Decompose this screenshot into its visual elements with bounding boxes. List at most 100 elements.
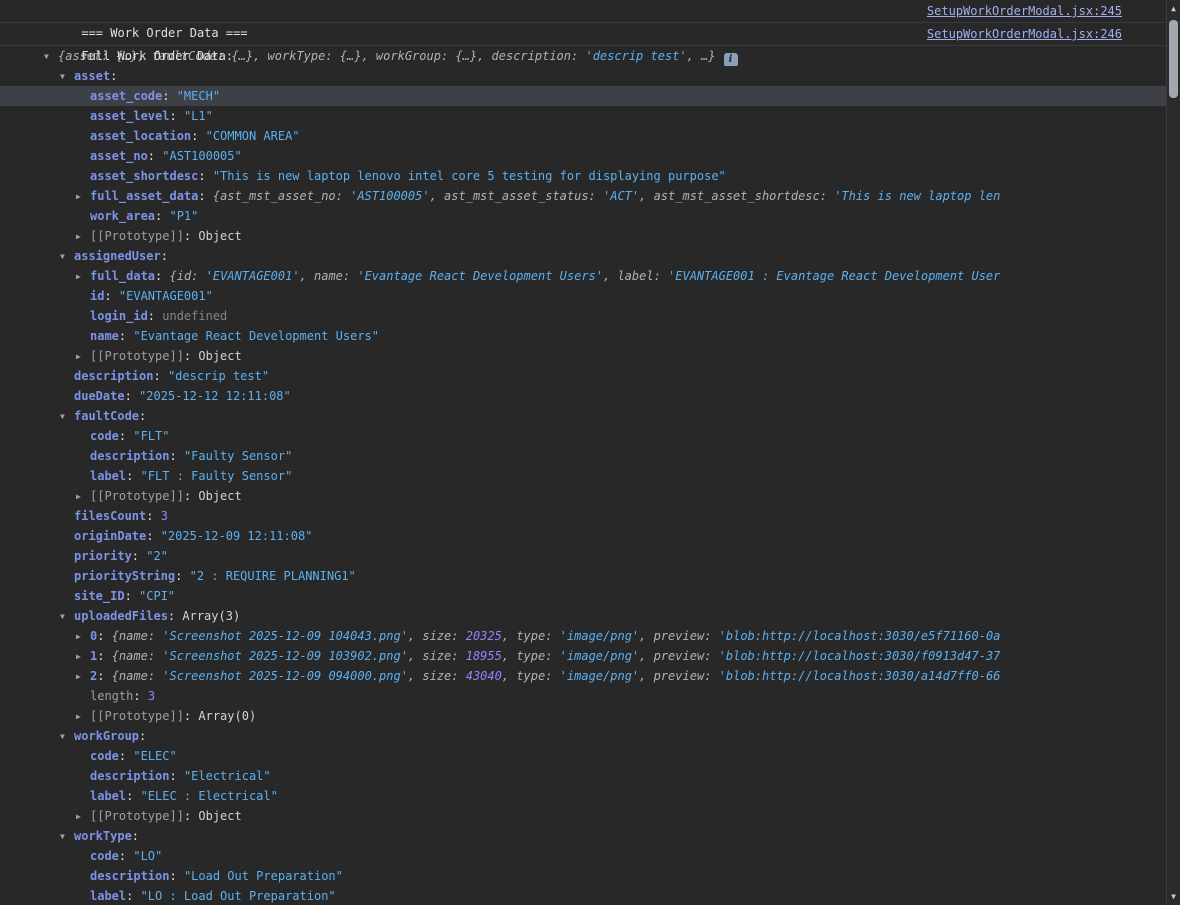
tree-row[interactable]: ▶[[Prototype]]: Object [0,226,1166,246]
token-pb: : [191,269,205,283]
token-s: "ELEC" [133,749,176,763]
tree-row[interactable]: asset_level: "L1" [0,106,1166,126]
expand-arrow-down-icon[interactable]: ▼ [60,827,74,846]
token-b: : [169,869,183,883]
expand-arrow-right-icon[interactable]: ▶ [76,267,90,286]
token-b: : [119,329,133,343]
expand-arrow-down-icon[interactable]: ▼ [60,727,74,746]
tree-row[interactable]: ▼asset: [0,66,1166,86]
console-message[interactable]: === Work Order Data === SetupWorkOrderMo… [0,0,1166,23]
token-s: "L1" [184,109,213,123]
source-link[interactable]: SetupWorkOrderModal.jsx:246 [927,23,1122,45]
tree-row[interactable]: asset_location: "COMMON AREA" [0,126,1166,146]
tree-row[interactable]: asset_code: "MECH" [0,86,1166,106]
info-icon[interactable]: i [724,53,738,66]
expand-arrow-right-icon[interactable]: ▶ [76,807,90,826]
expand-arrow-right-icon[interactable]: ▶ [76,347,90,366]
tree-row[interactable]: ▶[[Prototype]]: Object [0,486,1166,506]
tree-row[interactable]: label: "ELEC : Electrical" [0,786,1166,806]
tree-row[interactable]: description: "Electrical" [0,766,1166,786]
token-ps: 'descrip test' [585,49,686,63]
expand-arrow-right-icon[interactable]: ▶ [76,187,90,206]
token-pb: , [502,649,516,663]
expand-arrow-right-icon[interactable]: ▶ [76,707,90,726]
scroll-down-icon[interactable]: ▼ [1167,889,1180,904]
tree-row[interactable]: ▼assignedUser: [0,246,1166,266]
token-pl: Object [198,229,241,243]
tree-row[interactable]: ▶[[Prototype]]: Object [0,346,1166,366]
expand-arrow-right-icon[interactable]: ▶ [76,647,90,666]
vertical-scrollbar[interactable]: ▲ ▼ [1166,0,1180,905]
tree-row[interactable]: code: "FLT" [0,426,1166,446]
tree-row[interactable]: work_area: "P1" [0,206,1166,226]
tree-row[interactable]: originDate: "2025-12-09 12:11:08" [0,526,1166,546]
scroll-up-icon[interactable]: ▲ [1167,1,1180,16]
token-pb: { [112,629,119,643]
tree-row[interactable]: asset_no: "AST100005" [0,146,1166,166]
tree-row[interactable]: description: "descrip test" [0,366,1166,386]
tree-row[interactable]: ▶full_asset_data: {ast_mst_asset_no: 'AS… [0,186,1166,206]
tree-row[interactable]: asset_shortdesc: "This is new laptop len… [0,166,1166,186]
tree-row[interactable]: description: "Load Out Preparation" [0,866,1166,886]
tree-row[interactable]: code: "LO" [0,846,1166,866]
token-pb: , …} [687,49,716,63]
tree-row[interactable]: priority: "2" [0,546,1166,566]
token-pb: : [451,629,465,643]
token-pb: : [336,189,350,203]
tree-row[interactable]: ▶1: {name: 'Screenshot 2025-12-09 103902… [0,646,1166,666]
token-b: : [110,69,117,83]
console-message[interactable]: Full Work Order Data: SetupWorkOrderModa… [0,23,1166,46]
tree-row[interactable]: site_ID: "CPI" [0,586,1166,606]
tree-row[interactable]: ▶[[Prototype]]: Object [0,806,1166,826]
expand-arrow-right-icon[interactable]: ▶ [76,487,90,506]
token-pb: , [408,669,422,683]
expand-arrow-down-icon[interactable]: ▼ [60,247,74,266]
expand-arrow-right-icon[interactable]: ▶ [76,667,90,686]
token-s: "Load Out Preparation" [184,869,343,883]
tree-row[interactable]: code: "ELEC" [0,746,1166,766]
tree-row[interactable]: label: "LO : Load Out Preparation" [0,886,1166,905]
tree-row[interactable]: dueDate: "2025-12-12 12:11:08" [0,386,1166,406]
token-pb: : [148,669,162,683]
token-s: "2025-12-12 12:11:08" [139,389,291,403]
tree-row[interactable]: id: "EVANTAGE001" [0,286,1166,306]
tree-row[interactable]: ▶2: {name: 'Screenshot 2025-12-09 094000… [0,666,1166,686]
expand-arrow-right-icon[interactable]: ▶ [76,227,90,246]
token-b: : [169,449,183,463]
token-pb: , [603,269,617,283]
expand-arrow-down-icon[interactable]: ▼ [60,407,74,426]
tree-row[interactable]: login_id: undefined [0,306,1166,326]
tree-row[interactable]: description: "Faulty Sensor" [0,446,1166,466]
tree-row[interactable]: length: 3 [0,686,1166,706]
token-s: "FLT" [133,429,169,443]
token-pk: size [422,669,451,683]
token-pb: , [408,649,422,663]
tree-row[interactable]: label: "FLT : Faulty Sensor" [0,466,1166,486]
tree-row[interactable]: priorityString: "2 : REQUIRE PLANNING1" [0,566,1166,586]
expand-arrow-right-icon[interactable]: ▶ [76,627,90,646]
token-k: site_ID [74,589,125,603]
token-b: : [184,229,198,243]
scrollbar-thumb[interactable] [1169,20,1178,98]
token-k: faultCode [74,409,139,423]
token-s: "AST100005" [162,149,241,163]
source-link[interactable]: SetupWorkOrderModal.jsx:245 [927,0,1122,22]
tree-row[interactable]: ▼workGroup: [0,726,1166,746]
tree-row[interactable]: name: "Evantage React Development Users" [0,326,1166,346]
token-k: workType [74,829,132,843]
token-pb: , [639,189,653,203]
tree-row[interactable]: ▼workType: [0,826,1166,846]
tree-row[interactable]: ▶full_data: {id: 'EVANTAGE001', name: 'E… [0,266,1166,286]
tree-row[interactable]: filesCount: 3 [0,506,1166,526]
tree-row[interactable]: ▼faultCode: [0,406,1166,426]
expand-arrow-down-icon[interactable]: ▼ [60,607,74,626]
token-s: "2 : REQUIRE PLANNING1" [190,569,356,583]
object-tree: ▼{asset: {…}, faultCode: {…}, workType: … [0,46,1166,905]
tree-row[interactable]: ▶[[Prototype]]: Array(0) [0,706,1166,726]
token-b: : [97,649,111,663]
tree-row[interactable]: ▶0: {name: 'Screenshot 2025-12-09 104043… [0,626,1166,646]
token-sub: length [90,689,133,703]
token-pb: : [451,649,465,663]
token-ps: 'EVANTAGE001' [206,269,300,283]
tree-row[interactable]: ▼uploadedFiles: Array(3) [0,606,1166,626]
